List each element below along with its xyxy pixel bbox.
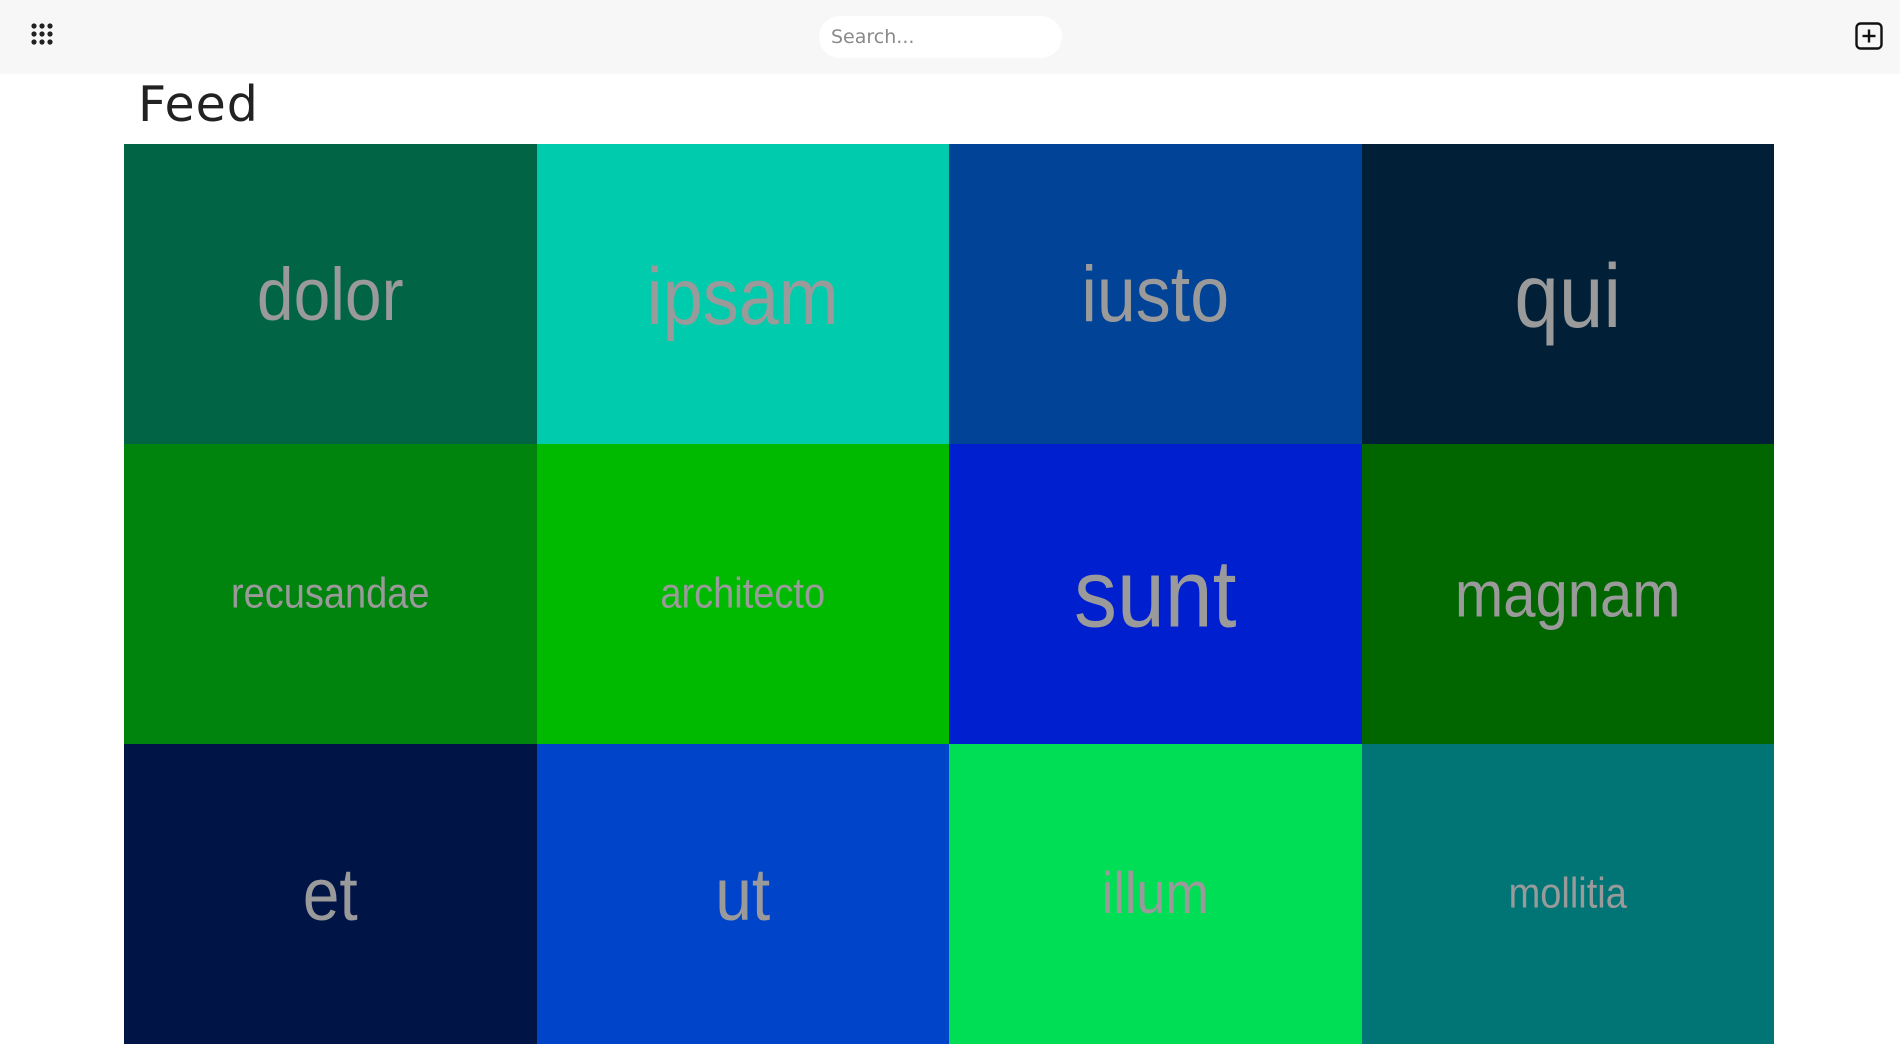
feed-tile-label: recusandae [230, 569, 430, 617]
feed-tile[interactable]: qui [1361, 144, 1774, 444]
feed-tile[interactable]: sunt [949, 444, 1362, 744]
feed-tile-label: illum [1101, 861, 1209, 927]
feed-tile-label: qui [1514, 246, 1622, 347]
feed-tile[interactable]: ipsam [536, 144, 949, 444]
feed-tile[interactable]: dolor [124, 144, 537, 444]
feed-tile[interactable]: et [124, 744, 537, 1044]
feed-tile-label: mollitia [1508, 869, 1627, 917]
top-bar [0, 0, 1900, 74]
feed-tile[interactable]: mollitia [1361, 744, 1774, 1044]
page-title: Feed [138, 76, 259, 133]
feed-tile[interactable]: illum [949, 744, 1362, 1044]
feed-grid: dolor ipsam iusto qui recusandae architecto su… [124, 144, 1774, 1044]
feed-tile-label: dolor [256, 252, 404, 336]
feed-tile-label: magnam [1454, 557, 1681, 631]
apps-menu-button[interactable] [31, 23, 53, 45]
feed-tile[interactable]: architecto [536, 444, 949, 744]
grid-dots-icon [31, 23, 53, 45]
feed-tile-label: sunt [1073, 539, 1237, 648]
feed-tile-label: architecto [660, 569, 826, 617]
feed-tile[interactable]: iusto [949, 144, 1362, 444]
feed-tile[interactable]: ut [536, 744, 949, 1044]
feed-tile-label: et [302, 852, 358, 936]
feed-tile[interactable]: recusandae [124, 444, 537, 744]
search-input[interactable] [819, 16, 1062, 58]
plus-square-icon [1855, 22, 1883, 50]
feed-tile-label: ut [715, 852, 771, 936]
feed-tile-label: ipsam [646, 252, 839, 342]
feed-tile-label: iusto [1081, 250, 1230, 338]
add-button[interactable] [1855, 22, 1883, 50]
feed-tile[interactable]: magnam [1361, 444, 1774, 744]
